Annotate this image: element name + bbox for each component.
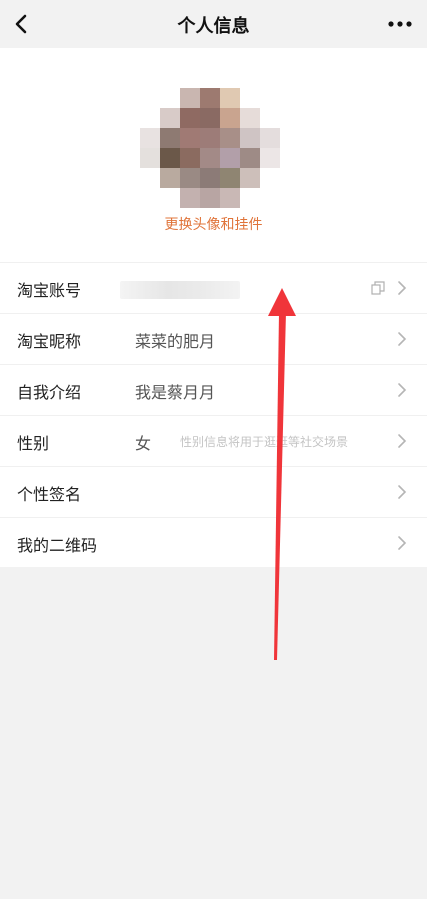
row-label: 淘宝账号 [17,281,82,300]
self-intro-value: 我是蔡月月 [135,383,216,402]
row-label: 我的二维码 [17,536,98,555]
more-dots-icon[interactable] [387,14,413,34]
gender-hint: 性别信息将用于逛逛等社交场景 [180,435,349,449]
chevron-right-icon [398,281,407,295]
row-taobao-account[interactable]: 淘宝账号 [0,262,427,313]
top-bar: 个人信息 [0,0,427,48]
avatar[interactable] [140,88,280,208]
row-nickname[interactable]: 淘宝昵称 菜菜的肥月 [0,313,427,364]
row-self-intro[interactable]: 自我介绍 我是蔡月月 [0,364,427,415]
gender-value: 女 [135,434,152,453]
row-gender[interactable]: 性别 女 性别信息将用于逛逛等社交场景 [0,415,427,466]
chevron-right-icon [398,485,407,499]
row-qr-code[interactable]: 我的二维码 [0,517,427,568]
info-list: 淘宝账号 淘宝昵称 菜菜的肥月 自我介绍 我是蔡月月 性别 女 性别信息将用于逛… [0,262,427,568]
profile-card: 更换头像和挂件 淘宝账号 淘宝昵称 菜菜的肥月 自我介绍 我是蔡月月 性别 女 … [0,48,427,567]
page-title: 个人信息 [177,16,250,37]
row-label: 自我介绍 [17,383,82,402]
row-label: 个性签名 [17,485,82,504]
change-avatar-link[interactable]: 更换头像和挂件 [0,214,427,234]
chevron-right-icon [398,536,407,550]
chevron-right-icon [398,434,407,448]
account-id-blurred [120,281,240,299]
chevron-right-icon [398,332,407,346]
row-signature[interactable]: 个性签名 [0,466,427,517]
copy-icon[interactable] [371,281,385,295]
row-label: 淘宝昵称 [17,332,82,351]
row-label: 性别 [17,434,50,453]
chevron-right-icon [398,383,407,397]
avatar-image [140,88,280,208]
nickname-value: 菜菜的肥月 [135,332,216,351]
